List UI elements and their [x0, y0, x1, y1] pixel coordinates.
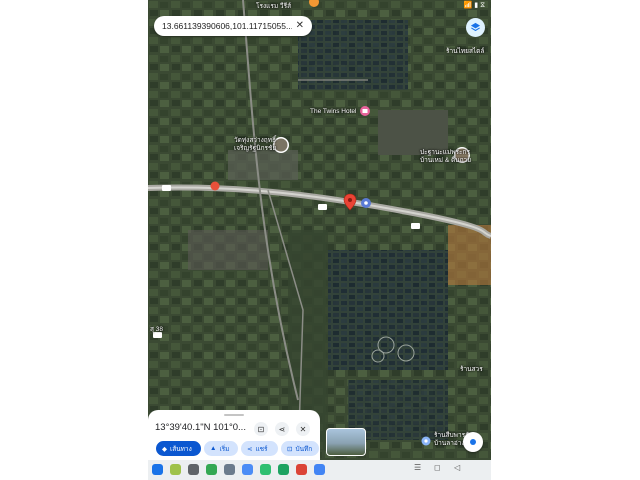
map-label-bottom-right2[interactable]: ร้านสวร: [460, 364, 483, 374]
map-label-right-place-line2[interactable]: บ้านเหม่ & ตื่นถวย: [420, 155, 471, 165]
share-icon-button[interactable]: ⋖: [275, 422, 289, 436]
status-icons: 📶 ▮ ⧖: [463, 2, 485, 9]
home-button[interactable]: ◻: [434, 463, 441, 472]
street-view-thumbnail[interactable]: [326, 428, 366, 456]
hotel-marker-icon[interactable]: [360, 106, 370, 116]
close-sheet-button[interactable]: ✕: [296, 422, 310, 436]
save-icon-button[interactable]: ⊡: [254, 422, 268, 436]
bookmark-icon: ⊡: [287, 445, 293, 453]
save-label: บันทึก: [295, 445, 313, 453]
recent-apps-button[interactable]: ☰: [414, 463, 421, 472]
share-icon: ⋖: [247, 445, 253, 453]
app-icon-green[interactable]: [278, 464, 289, 475]
phone-screen: 📶 ▮ ⧖ โรงแรม วีรีส์ The Twins Hotel วัดท…: [148, 0, 491, 480]
navigation-arrow-icon: ▲: [210, 445, 217, 452]
app-icon-camera[interactable]: [188, 464, 199, 475]
map-label-left-route[interactable]: สุ 38: [150, 324, 163, 334]
map-label-twins-hotel[interactable]: The Twins Hotel: [310, 108, 356, 115]
back-button[interactable]: ◁: [454, 463, 460, 472]
share-button[interactable]: ⋖ แชร์: [241, 441, 278, 456]
app-icon-line[interactable]: [206, 464, 217, 475]
directions-label: เส้นทาง: [170, 445, 192, 453]
save-button[interactable]: ⊡ บันทึก: [281, 441, 319, 456]
layers-icon: [470, 22, 481, 32]
share-label: แชร์: [255, 445, 268, 453]
search-coordinates-bar[interactable]: 13.661139390606,101.11715055... ✕: [154, 16, 312, 36]
app-icon-chat[interactable]: [260, 464, 271, 475]
directions-button[interactable]: ◆ เส้นทาง: [156, 441, 201, 456]
directions-icon: ◆: [162, 445, 167, 453]
place-title: 13°39'40.1"N 101°0...: [155, 422, 246, 433]
app-icon-maps[interactable]: [152, 464, 163, 475]
search-coordinates-text[interactable]: 13.661139390606,101.11715055...: [162, 21, 292, 31]
map-label-temple-line2[interactable]: เจริญรัฐนิกรชัย: [234, 143, 276, 153]
map-label-top-right[interactable]: ร้านไทยสไตล์: [446, 46, 484, 56]
start-label: เริ่ม: [219, 445, 230, 453]
my-location-icon: [470, 439, 476, 445]
my-location-button[interactable]: [463, 432, 483, 452]
map-label-bottom-right-line2[interactable]: บ้านลาอ่าง: [434, 438, 465, 448]
layers-button[interactable]: [466, 18, 485, 37]
place-bottom-sheet[interactable]: 13°39'40.1"N 101°0... ⊡ ⋖ ✕ ◆ เส้นทาง ▲ …: [148, 410, 320, 460]
clear-search-icon[interactable]: ✕: [296, 20, 304, 31]
map-label-top-place[interactable]: โรงแรม วีรีส์: [256, 1, 291, 11]
satellite-map[interactable]: [148, 0, 491, 460]
start-button[interactable]: ▲ เริ่ม: [204, 441, 238, 456]
app-icon-chrome[interactable]: [296, 464, 307, 475]
poi-marker-icon[interactable]: [361, 198, 371, 208]
status-bar: 📶 ▮ ⧖: [148, 0, 491, 12]
sheet-drag-handle[interactable]: [224, 414, 244, 416]
app-icon-settings[interactable]: [224, 464, 235, 475]
app-icon-google[interactable]: [314, 464, 325, 475]
app-icon-clock[interactable]: [242, 464, 253, 475]
app-icon-gallery[interactable]: [170, 464, 181, 475]
shop-marker-icon[interactable]: [210, 181, 220, 191]
bottom-right-marker-icon[interactable]: [421, 436, 431, 446]
